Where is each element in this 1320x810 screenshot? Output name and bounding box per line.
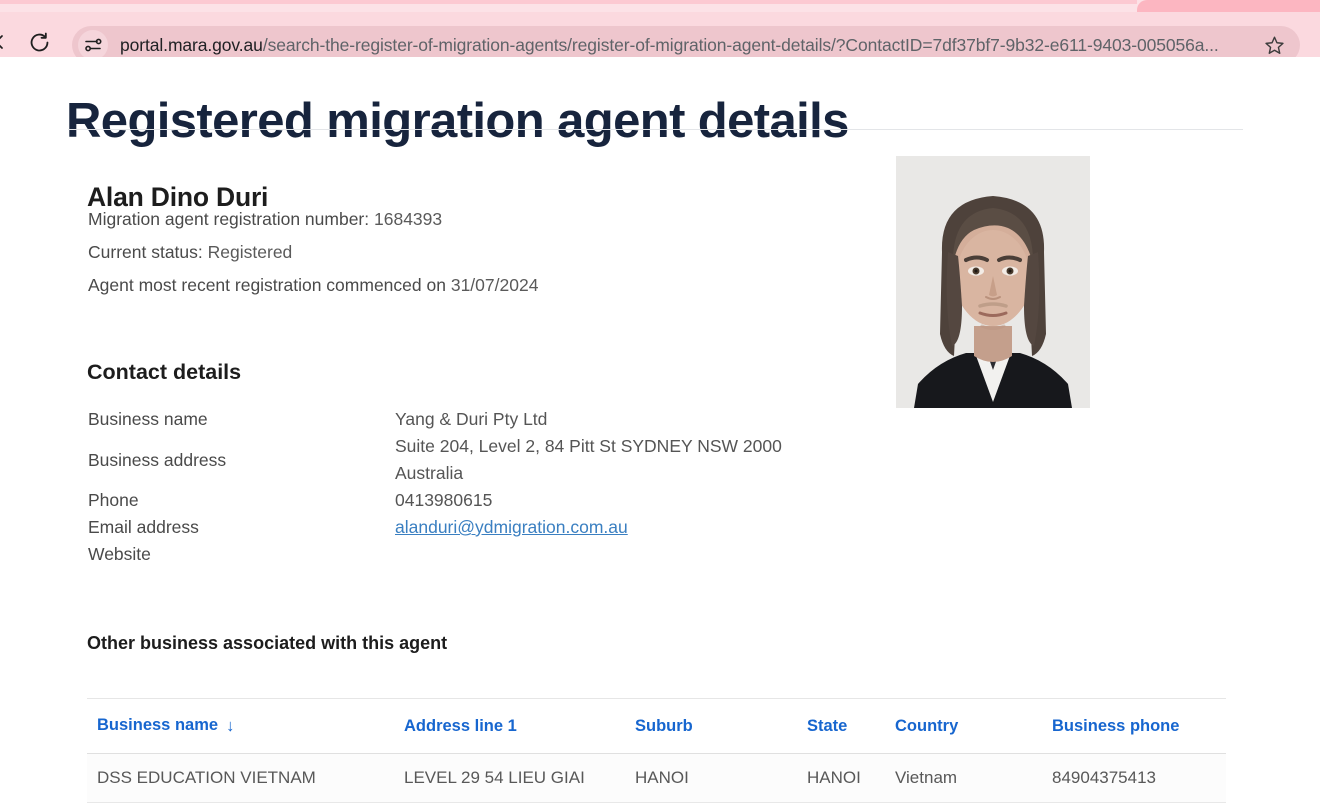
active-browser-tab[interactable] <box>1137 0 1320 12</box>
tab-strip <box>0 0 1320 12</box>
registration-number-value: 1684393 <box>374 209 443 229</box>
url-text[interactable]: portal.mara.gov.au/search-the-register-o… <box>120 35 1256 56</box>
page-title: Registered migration agent details <box>66 93 849 148</box>
other-business-heading: Other business associated with this agen… <box>87 633 448 653</box>
status-badge: Registered <box>207 242 293 262</box>
phone-label: Phone <box>88 490 139 510</box>
table-header-row: Business name ↓ Address line 1 Suburb Sta… <box>87 698 1226 754</box>
cell-suburb: HANOI <box>625 753 797 803</box>
cell-country: Vietnam <box>885 753 1042 803</box>
business-name-value: Yang & Duri Pty Ltd <box>395 409 548 429</box>
cell-address-line-1: LEVEL 29 54 LIEU GIAI <box>394 753 625 803</box>
column-header-business-name[interactable]: Business name ↓ <box>87 698 394 754</box>
agent-portrait-photo <box>896 156 1090 408</box>
registration-commenced-label: Agent most recent registration commenced… <box>88 275 446 295</box>
other-business-table: Business name ↓ Address line 1 Suburb Sta… <box>87 698 1226 803</box>
email-label: Email address <box>88 517 199 537</box>
cell-business-name: DSS EDUCATION VIETNAM <box>87 753 394 803</box>
title-divider <box>68 129 1243 130</box>
registration-number-label: Migration agent registration number: <box>88 209 370 229</box>
business-address-label: Business address <box>88 450 227 470</box>
table-row[interactable]: DSS EDUCATION VIETNAM LEVEL 29 54 LIEU G… <box>87 753 1226 803</box>
tab-strip-background <box>0 0 1137 4</box>
column-header-state[interactable]: State <box>797 698 885 754</box>
registration-number-line: Migration agent registration number: 168… <box>88 209 442 230</box>
cell-business-phone: 84904375413 <box>1042 753 1226 803</box>
registration-commenced-date: 31/07/2024 <box>450 275 539 295</box>
column-header-suburb[interactable]: Suburb <box>625 698 797 754</box>
browser-chrome: portal.mara.gov.au/search-the-register-o… <box>0 0 1320 64</box>
column-header-address-line-1[interactable]: Address line 1 <box>394 698 625 754</box>
url-host: portal.mara.gov.au <box>120 34 263 55</box>
browser-toolbar: portal.mara.gov.au/search-the-register-o… <box>0 12 1320 64</box>
business-address-line1: Suite 204, Level 2, 84 Pitt St SYDNEY NS… <box>395 436 782 456</box>
current-status-label: Current status: <box>88 242 203 262</box>
back-button[interactable] <box>0 34 8 50</box>
cell-state: HANOI <box>797 753 885 803</box>
column-header-business-name-label: Business name <box>97 716 219 734</box>
registration-commenced-line: Agent most recent registration commenced… <box>88 275 538 296</box>
phone-value: 0413980615 <box>395 490 493 510</box>
current-status-line: Current status: Registered <box>88 242 292 263</box>
site-settings-tune-icon[interactable] <box>78 30 108 60</box>
business-name-label: Business name <box>88 409 208 429</box>
reload-icon[interactable] <box>24 27 54 57</box>
page-content: Registered migration agent details Alan … <box>0 57 1320 810</box>
email-link[interactable]: alanduri@ydmigration.com.au <box>395 517 628 538</box>
website-label: Website <box>88 544 151 564</box>
column-header-business-phone[interactable]: Business phone <box>1042 698 1226 754</box>
sort-descending-icon[interactable]: ↓ <box>226 717 234 736</box>
column-header-country[interactable]: Country <box>885 698 1042 754</box>
url-path: /search-the-register-of-migration-agents… <box>262 34 1219 55</box>
contact-details-heading: Contact details <box>87 359 242 384</box>
business-address-line2: Australia <box>395 463 464 483</box>
